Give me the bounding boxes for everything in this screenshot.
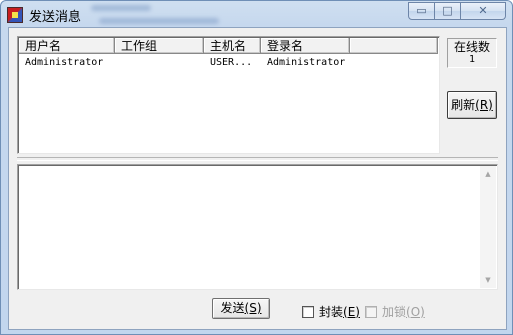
send-message-window: 发送消息 ▭ □ ✕ 用户名 工作组 主机名 登录名 Administrator… xyxy=(0,0,513,335)
send-button[interactable]: 发送(S) xyxy=(212,298,270,319)
refresh-button[interactable]: 刷新(R) xyxy=(447,91,497,119)
cell-workgroup xyxy=(115,56,204,70)
blurred-background xyxy=(89,1,289,27)
minimize-button[interactable]: ▭ xyxy=(408,2,435,20)
send-button-hotkey: (S) xyxy=(244,301,262,315)
online-count-box: 在线数 1 xyxy=(447,38,497,68)
window-title: 发送消息 xyxy=(29,10,82,25)
column-header-filler xyxy=(350,38,438,54)
encrypt-hotkey: (O) xyxy=(406,304,425,319)
refresh-button-label: 刷新 xyxy=(451,98,476,112)
encapsulate-hotkey: (E) xyxy=(343,304,360,319)
send-button-label: 发送 xyxy=(220,301,245,315)
message-scrollbar[interactable]: ▲ ▼ xyxy=(480,166,496,288)
refresh-button-hotkey: (R) xyxy=(475,98,493,112)
online-count-value: 1 xyxy=(468,54,476,65)
encrypt-label: 加锁 xyxy=(382,305,407,319)
app-icon xyxy=(7,7,23,23)
scroll-down-icon[interactable]: ▼ xyxy=(480,272,496,288)
encrypt-checkbox-box xyxy=(365,305,377,318)
splitter[interactable] xyxy=(17,157,498,161)
maximize-button[interactable]: □ xyxy=(435,2,461,20)
cell-login: Administrator xyxy=(267,57,346,68)
dialog-body: 用户名 工作组 主机名 登录名 Administrator USER... Ad… xyxy=(8,27,507,330)
encrypt-checkbox: 加锁 (O) xyxy=(365,303,425,320)
user-list[interactable]: 用户名 工作组 主机名 登录名 Administrator USER... Ad… xyxy=(17,36,440,154)
encapsulate-label: 封装 xyxy=(319,305,344,319)
encapsulate-checkbox-box[interactable] xyxy=(302,305,314,318)
cell-username: Administrator xyxy=(25,57,104,68)
caption-buttons: ▭ □ ✕ xyxy=(408,2,506,20)
user-list-header: 用户名 工作组 主机名 登录名 xyxy=(19,38,438,55)
close-button[interactable]: ✕ xyxy=(461,2,506,20)
column-header-login[interactable]: 登录名 xyxy=(261,38,350,54)
online-count-label: 在线数 xyxy=(453,40,490,54)
column-header-username[interactable]: 用户名 xyxy=(19,38,115,54)
message-input[interactable]: ▲ ▼ xyxy=(17,164,498,290)
cell-hostname: USER... xyxy=(210,57,253,68)
scroll-up-icon[interactable]: ▲ xyxy=(480,166,496,182)
encapsulate-checkbox[interactable]: 封装 (E) xyxy=(302,303,360,320)
table-row[interactable]: Administrator USER... Administrator xyxy=(19,56,438,70)
column-header-workgroup[interactable]: 工作组 xyxy=(115,38,204,54)
column-header-hostname[interactable]: 主机名 xyxy=(204,38,261,54)
